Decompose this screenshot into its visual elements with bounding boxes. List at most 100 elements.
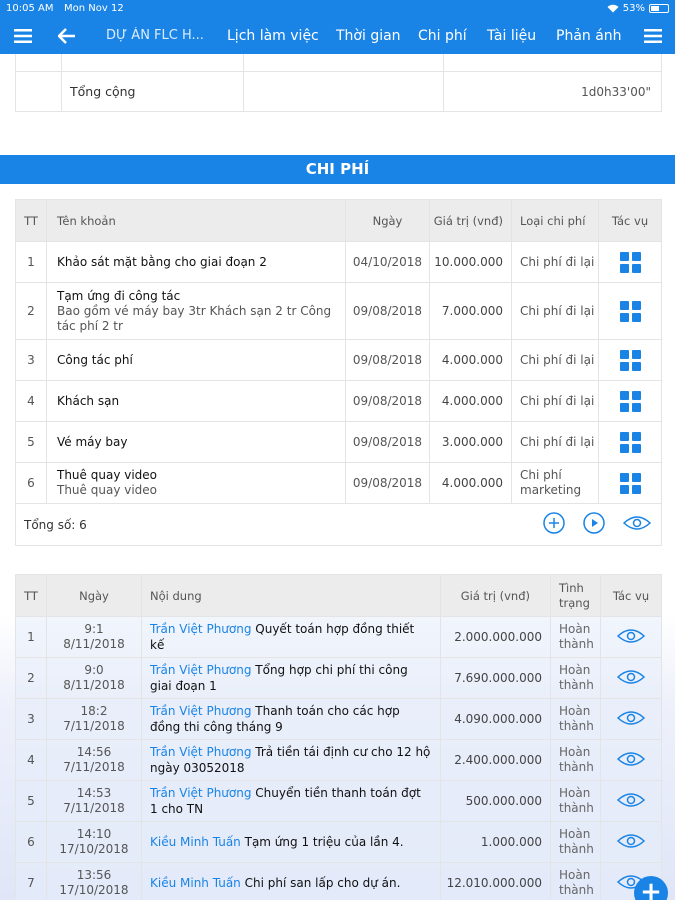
table-row[interactable]: 5 14:53 7/11/2018 Trần Việt Phương Chuyển… [15, 780, 662, 822]
table-row[interactable]: 1 Khảo sát mặt bằng cho giai đoạn 2 04/1… [15, 241, 662, 283]
row-person[interactable]: Trần Việt Phương [150, 786, 251, 800]
row-action [600, 657, 662, 699]
row-status: Hoàn thành [550, 780, 601, 822]
row-text: Tạm ứng 1 triệu của lần 4. [240, 835, 404, 849]
total-time-value: 1d0h33'00" [443, 71, 662, 112]
row-action [598, 380, 662, 422]
tab-feedback[interactable]: Phản ánh [556, 18, 622, 54]
row-type: Chi phí đi lại [511, 241, 599, 283]
row-name-text: Công tác phí [57, 352, 133, 367]
row-value: 2.400.000.000 [440, 739, 551, 781]
eye-icon[interactable] [616, 710, 646, 729]
header-action: Tác vụ [600, 574, 662, 617]
row-name-text: Tạm ứng đi công tác [57, 288, 181, 303]
table-header: TT Ngày Nội dung Giá trị (vnđ) Tình trạn… [15, 574, 662, 617]
grid-menu-icon[interactable] [619, 431, 641, 453]
row-date: 17/10/2018 [59, 883, 129, 897]
table-row[interactable]: 6 Thuê quay video Thuê quay video 09/08/2… [15, 462, 662, 504]
row-name: Khảo sát mặt bằng cho giai đoạn 2 [46, 241, 346, 283]
grid-menu-icon[interactable] [619, 472, 641, 494]
tab-schedule[interactable]: Lịch làm việc [227, 18, 319, 54]
eye-icon[interactable] [622, 515, 652, 534]
status-date: Mon Nov 12 [64, 3, 124, 14]
row-tt: 2 [15, 657, 47, 699]
tab-documents[interactable]: Tài liệu [487, 18, 536, 54]
header-name: Tên khoản [46, 199, 346, 242]
battery-icon [649, 4, 669, 13]
table-row[interactable]: 4 Khách sạn 09/08/2018 4.000.000 Chi phí… [15, 380, 662, 422]
eye-icon[interactable] [616, 833, 646, 852]
grid-menu-icon[interactable] [619, 390, 641, 412]
tab-cost[interactable]: Chi phí [418, 18, 467, 54]
row-tt: 3 [15, 698, 47, 740]
project-title: DỰ ÁN FLC H... [106, 28, 204, 43]
row-name: Công tác phí [46, 339, 346, 381]
header-type: Loại chi phí [511, 199, 599, 242]
row-value: 12.010.000.000 [440, 862, 551, 900]
table-row[interactable]: 2 9:0 8/11/2018 Trần Việt Phương Tổng hợp… [15, 657, 662, 699]
add-circle-icon[interactable] [543, 512, 566, 537]
row-status: Hoàn thành [550, 862, 601, 900]
row-content: Trần Việt Phương Tổng hợp chi phí thi cô… [141, 657, 441, 699]
row-person[interactable]: Trần Việt Phương [150, 745, 251, 759]
row-value: 2.000.000.000 [440, 616, 551, 658]
grid-menu-icon[interactable] [619, 300, 641, 322]
row-tt: 6 [15, 462, 47, 504]
row-action [598, 241, 662, 283]
header-content: Nội dung [141, 574, 441, 617]
row-type: Chi phí đi lại [511, 282, 599, 340]
battery-fill [651, 6, 660, 11]
table-row[interactable]: 1 9:1 8/11/2018 Trần Việt Phương Quyết to… [15, 616, 662, 658]
row-person[interactable]: Kiều Minh Tuấn [150, 835, 241, 849]
row-tt: 6 [15, 821, 47, 863]
header-tt: TT [15, 574, 47, 617]
table-row[interactable]: 6 14:10 17/10/2018 Kiều Minh Tuấn Tạm ứng… [15, 821, 662, 863]
row-type: Chi phí marketing [511, 462, 599, 504]
row-action [600, 616, 662, 658]
row-type: Chi phí đi lại [511, 339, 599, 381]
row-name-text: Khách sạn [57, 393, 120, 408]
eye-icon[interactable] [616, 669, 646, 688]
tab-time[interactable]: Thời gian [336, 18, 401, 54]
menu-icon[interactable] [8, 18, 38, 54]
table-row[interactable]: 3 Công tác phí 09/08/2018 4.000.000 Chi … [15, 339, 662, 381]
row-time: 13:56 [76, 868, 112, 882]
header-value: Giá trị (vnđ) [440, 574, 551, 617]
status-time: 10:05 AM [6, 3, 54, 14]
table-row[interactable]: 2 Tạm ứng đi công tác Bao gồm vé máy bay … [15, 282, 662, 340]
row-person[interactable]: Trần Việt Phương [150, 622, 251, 636]
status-right: 53% [607, 3, 669, 14]
eye-icon[interactable] [616, 751, 646, 770]
play-circle-icon[interactable] [583, 512, 605, 537]
grid-menu-icon[interactable] [619, 349, 641, 371]
table-row[interactable]: 4 14:56 7/11/2018 Trần Việt Phương Trả ti… [15, 739, 662, 781]
row-tt: 7 [15, 862, 47, 900]
row-time: 18:2 [80, 704, 108, 718]
row-person[interactable]: Trần Việt Phương [150, 663, 251, 677]
table-row[interactable]: 3 18:2 7/11/2018 Trần Việt Phương Thanh t… [15, 698, 662, 740]
row-value: 7.000.000 [429, 282, 512, 340]
payment-table: TT Ngày Nội dung Giá trị (vnđ) Tình trạn… [15, 574, 662, 900]
row-person[interactable]: Trần Việt Phương [150, 704, 251, 718]
row-time: 9:1 [84, 622, 104, 636]
row-date: 09/08/2018 [345, 380, 430, 422]
eye-icon[interactable] [616, 792, 646, 811]
list-menu-icon[interactable] [640, 18, 666, 54]
table-footer: Tổng số: 6 [15, 503, 662, 546]
wifi-icon [607, 4, 619, 13]
eye-icon[interactable] [616, 628, 646, 647]
time-table: Tổng cộng 1d0h33'00" [15, 54, 662, 112]
header-action: Tác vụ [598, 199, 662, 242]
row-content: Kiều Minh Tuấn Chi phí san lấp cho dự án… [141, 862, 441, 900]
row-date: 09/08/2018 [345, 421, 430, 463]
row-content: Trần Việt Phương Chuyển tiền thanh toán … [141, 780, 441, 822]
row-name: Thuê quay video Thuê quay video [46, 462, 346, 504]
table-row[interactable]: 7 13:56 17/10/2018 Kiều Minh Tuấn Chi phí… [15, 862, 662, 900]
back-arrow-icon[interactable] [52, 18, 82, 54]
row-person[interactable]: Kiều Minh Tuấn [150, 876, 241, 890]
grid-menu-icon[interactable] [619, 251, 641, 273]
table-header: TT Tên khoản Ngày Giá trị (vnđ) Loại chi… [15, 199, 662, 242]
table-row[interactable]: 5 Vé máy bay 09/08/2018 3.000.000 Chi ph… [15, 421, 662, 463]
content-area[interactable]: Tổng cộng 1d0h33'00" CHI PHÍ TT Tên khoả… [0, 54, 675, 900]
row-content: Trần Việt Phương Quyết toán hợp đồng thi… [141, 616, 441, 658]
